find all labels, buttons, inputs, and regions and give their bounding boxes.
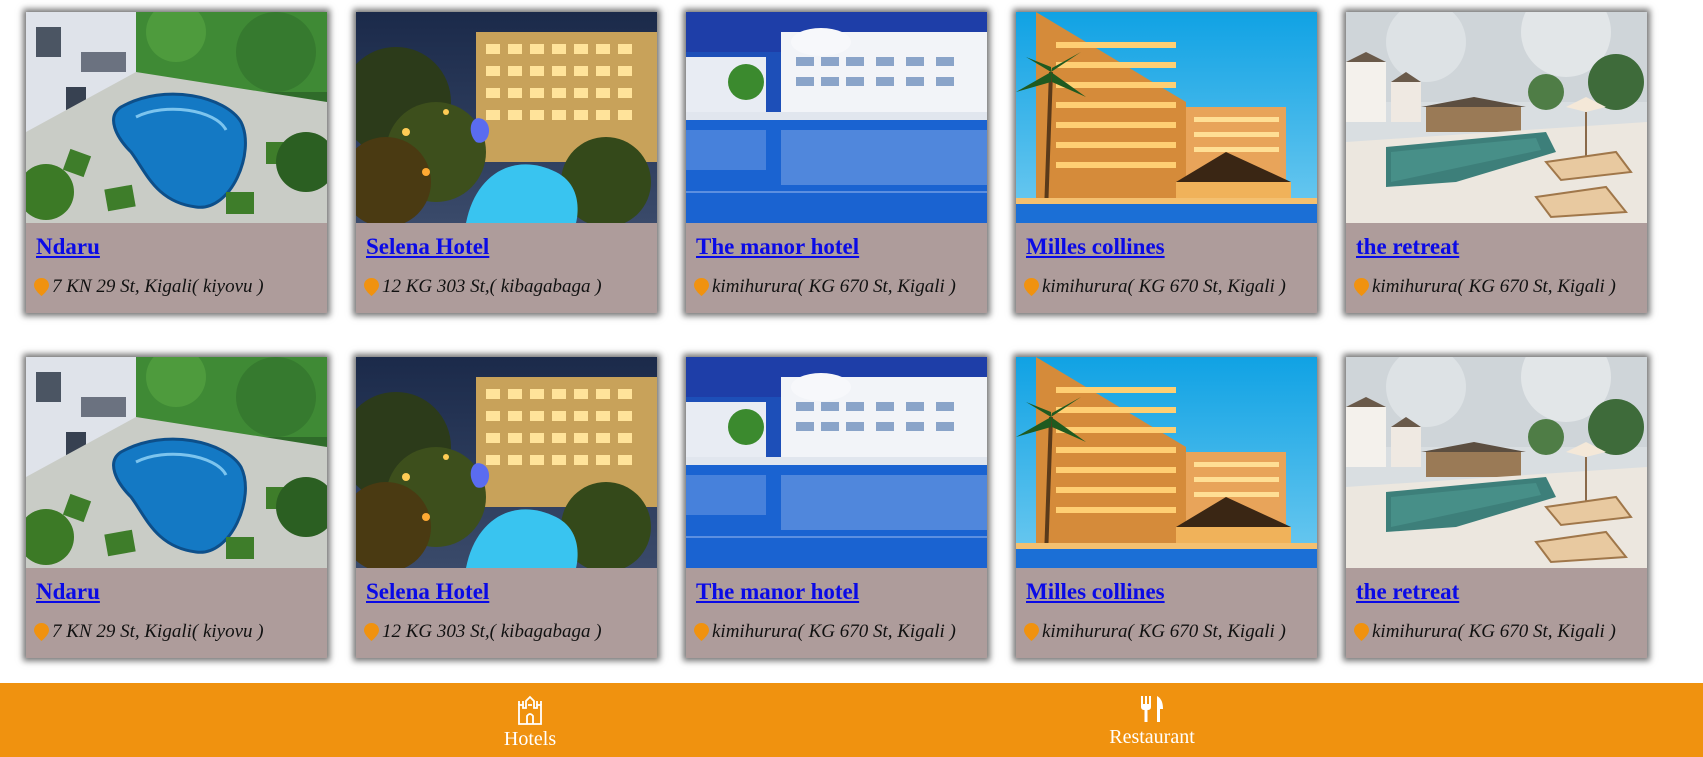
hotel-card[interactable]: Milles collines kimihurura( KG 670 St, K…: [1016, 357, 1317, 658]
location-pin-icon: [694, 623, 709, 641]
hotel-photo[interactable]: [356, 12, 657, 223]
hotel-address: 12 KG 303 St,( kibagabaga ): [364, 621, 602, 643]
location-pin-icon: [694, 278, 709, 296]
bottom-nav: Hotels Restaurant: [0, 683, 1703, 757]
nav-restaurant[interactable]: Restaurant: [1100, 683, 1204, 757]
location-pin-icon: [34, 278, 49, 296]
hotel-address: 7 KN 29 St, Kigali( kiyovu ): [34, 621, 264, 643]
hotel-card[interactable]: Selena Hotel 12 KG 303 St,( kibagabaga ): [356, 12, 657, 313]
hotel-address-text: kimihurura( KG 670 St, Kigali ): [712, 621, 956, 642]
hotel-address: kimihurura( KG 670 St, Kigali ): [694, 621, 956, 643]
hotel-card[interactable]: Milles collines kimihurura( KG 670 St, K…: [1016, 12, 1317, 313]
hotel-grid: Ndaru 7 KN 29 St, Kigali( kiyovu ) Selen…: [26, 12, 1647, 658]
hotel-address: 12 KG 303 St,( kibagabaga ): [364, 276, 602, 298]
hotel-name-link[interactable]: The manor hotel: [696, 579, 859, 605]
hotel-photo[interactable]: [1016, 12, 1317, 223]
hotel-address-text: 12 KG 303 St,( kibagabaga ): [382, 621, 602, 642]
hotel-name-link[interactable]: the retreat: [1356, 234, 1459, 260]
hotel-address-text: kimihurura( KG 670 St, Kigali ): [1372, 276, 1616, 297]
hotel-name-link[interactable]: Selena Hotel: [366, 234, 489, 260]
hotel-photo[interactable]: [356, 357, 657, 568]
hotel-address-text: 7 KN 29 St, Kigali( kiyovu ): [52, 276, 264, 297]
nav-hotels[interactable]: Hotels: [480, 683, 580, 757]
nav-restaurant-label: Restaurant: [1109, 726, 1195, 748]
hotel-address: kimihurura( KG 670 St, Kigali ): [1024, 276, 1286, 298]
hotel-address: kimihurura( KG 670 St, Kigali ): [1354, 276, 1616, 298]
hotel-address-text: 7 KN 29 St, Kigali( kiyovu ): [52, 621, 264, 642]
hotel-name-link[interactable]: Ndaru: [36, 234, 100, 260]
hotel-photo[interactable]: [1016, 357, 1317, 568]
hotel-name-link[interactable]: Milles collines: [1026, 579, 1165, 605]
hotel-photo[interactable]: [26, 357, 327, 568]
hotel-name-link[interactable]: Selena Hotel: [366, 579, 489, 605]
hotel-card[interactable]: The manor hotel kimihurura( KG 670 St, K…: [686, 357, 987, 658]
hotel-photo[interactable]: [1346, 12, 1647, 223]
fork-knife-icon: [1141, 696, 1163, 722]
hotel-address-text: kimihurura( KG 670 St, Kigali ): [712, 276, 956, 297]
location-pin-icon: [364, 278, 379, 296]
location-pin-icon: [1354, 623, 1369, 641]
hotel-name-link[interactable]: Ndaru: [36, 579, 100, 605]
hotel-card[interactable]: Ndaru 7 KN 29 St, Kigali( kiyovu ): [26, 357, 327, 658]
hotel-card[interactable]: the retreat kimihurura( KG 670 St, Kigal…: [1346, 357, 1647, 658]
hotel-photo[interactable]: [686, 357, 987, 568]
hotel-photo[interactable]: [1346, 357, 1647, 568]
hotel-card[interactable]: the retreat kimihurura( KG 670 St, Kigal…: [1346, 12, 1647, 313]
location-pin-icon: [34, 623, 49, 641]
hotel-card[interactable]: Selena Hotel 12 KG 303 St,( kibagabaga ): [356, 357, 657, 658]
hotel-address-text: kimihurura( KG 670 St, Kigali ): [1042, 621, 1286, 642]
location-pin-icon: [1354, 278, 1369, 296]
hotel-address-text: kimihurura( KG 670 St, Kigali ): [1042, 276, 1286, 297]
hotel-address-text: 12 KG 303 St,( kibagabaga ): [382, 276, 602, 297]
nav-hotels-label: Hotels: [503, 728, 557, 750]
hotel-address: kimihurura( KG 670 St, Kigali ): [1354, 621, 1616, 643]
hotel-address-text: kimihurura( KG 670 St, Kigali ): [1372, 621, 1616, 642]
hotel-address: kimihurura( KG 670 St, Kigali ): [1024, 621, 1286, 643]
castle-icon: [518, 695, 542, 725]
hotel-name-link[interactable]: the retreat: [1356, 579, 1459, 605]
hotel-name-link[interactable]: The manor hotel: [696, 234, 859, 260]
hotel-name-link[interactable]: Milles collines: [1026, 234, 1165, 260]
hotel-address: kimihurura( KG 670 St, Kigali ): [694, 276, 956, 298]
hotel-card[interactable]: The manor hotel kimihurura( KG 670 St, K…: [686, 12, 987, 313]
hotel-card[interactable]: Ndaru 7 KN 29 St, Kigali( kiyovu ): [26, 12, 327, 313]
hotel-photo[interactable]: [686, 12, 987, 223]
location-pin-icon: [1024, 623, 1039, 641]
hotel-photo[interactable]: [26, 12, 327, 223]
location-pin-icon: [1024, 278, 1039, 296]
hotel-address: 7 KN 29 St, Kigali( kiyovu ): [34, 276, 264, 298]
location-pin-icon: [364, 623, 379, 641]
